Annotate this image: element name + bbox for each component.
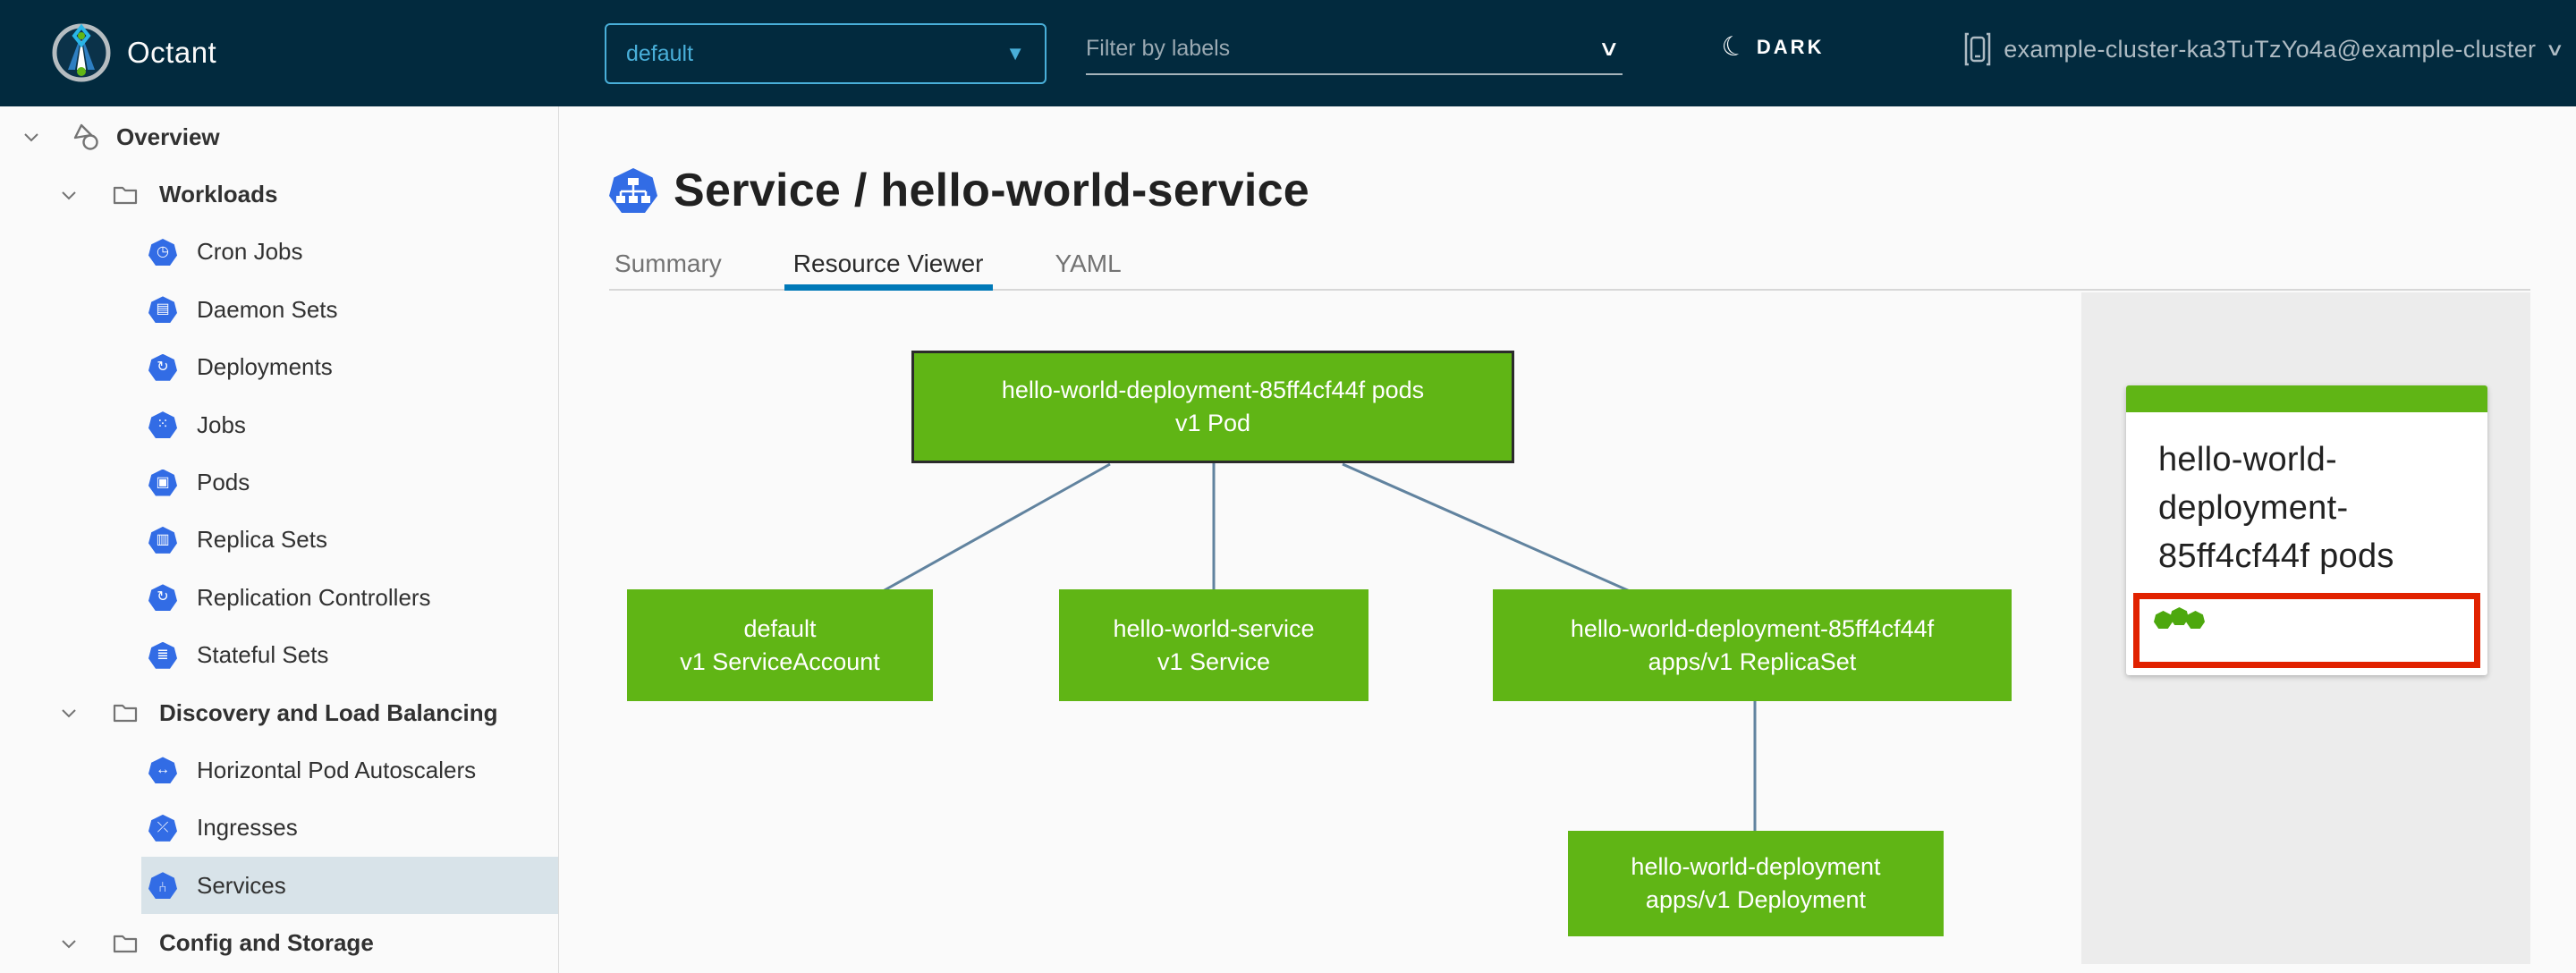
cron-jobs-icon: ◷ (148, 238, 177, 266)
graph-node-service[interactable]: hello-world-service v1 Service (1059, 589, 1368, 701)
node-kind: apps/v1 ReplicaSet (1648, 647, 1857, 675)
sidebar-item-replica-sets[interactable]: ▥ Replica Sets (0, 512, 558, 569)
horizontal-pod-autoscalers-icon: ↔ (148, 757, 177, 784)
graph-node-deployment[interactable]: hello-world-deployment apps/v1 Deploymen… (1568, 831, 1944, 936)
sidebar-item-label: Cron Jobs (197, 238, 303, 266)
sidebar-group-config-and-storage[interactable]: Config and Storage (0, 914, 558, 971)
pod-status-dot (2154, 611, 2173, 629)
label-filter: ∨ (1086, 23, 1623, 75)
sidebar-item-services[interactable]: ⑂ Services (0, 857, 558, 915)
replica-sets-icon: ▥ (148, 526, 177, 554)
pod-status-dot (2170, 607, 2189, 625)
node-kind: apps/v1 Deployment (1645, 886, 1867, 913)
chevron-down-icon[interactable] (59, 703, 79, 723)
chevron-down-icon[interactable] (59, 185, 79, 205)
theme-toggle[interactable]: ☾ DARK (1717, 30, 1825, 65)
tab-bar: Summary Resource Viewer YAML (609, 250, 2530, 291)
folder-icon (113, 186, 138, 204)
graph-node-serviceaccount[interactable]: default v1 ServiceAccount (627, 589, 933, 701)
resource-viewer-graph: hello-world-deployment-85ff4cf44f pods v… (559, 291, 2576, 964)
tab-summary[interactable]: Summary (609, 250, 727, 278)
app-header: Octant default ▼ ∨ ☾ DARK example-cluste… (0, 0, 2576, 106)
node-name: hello-world-deployment (1631, 853, 1881, 880)
namespace-value: default (626, 40, 694, 66)
sidebar-item-ingresses[interactable]: ⤫ Ingresses (0, 800, 558, 857)
sidebar-item-label: Deployments (197, 353, 333, 381)
cluster-chevron-down-icon: ∨ (2545, 39, 2565, 60)
namespace-caret-icon: ▼ (1005, 42, 1025, 64)
sidebar-item-label: Horizontal Pod Autoscalers (197, 756, 477, 783)
overview-icon (73, 123, 98, 150)
sidebar-item-label: Replica Sets (197, 526, 327, 554)
label-filter-input[interactable] (1086, 35, 1602, 62)
octant-logo-icon (52, 23, 111, 82)
sidebar-item-label: Replication Controllers (197, 583, 431, 611)
sidebar-group-label: Workloads (159, 181, 278, 208)
folder-icon (113, 935, 138, 952)
page-title: Service / hello-world-service (674, 165, 1310, 216)
node-kind: v1 ServiceAccount (680, 647, 880, 675)
sidebar-group-workloads[interactable]: Workloads (0, 165, 558, 223)
stateful-sets-icon: ≣ (148, 641, 177, 669)
main-content: Service / hello-world-service Summary Re… (559, 106, 2576, 973)
sidebar-item-jobs[interactable]: ⁙ Jobs (0, 396, 558, 453)
deployments-icon: ↻ (148, 353, 177, 381)
tab-yaml[interactable]: YAML (1050, 250, 1127, 278)
node-name: hello-world-deployment-85ff4cf44f pods (1001, 377, 1425, 403)
chevron-down-icon[interactable] (59, 934, 79, 953)
sidebar-group-label: Config and Storage (159, 929, 374, 957)
sidebar-item-stateful-sets[interactable]: ≣ Stateful Sets (0, 627, 558, 684)
pod-status-dot (2186, 611, 2205, 629)
node-detail-card: hello-world-deployment-85ff4cf44f pods (2126, 385, 2487, 675)
node-name: default (743, 614, 817, 642)
tab-resource-viewer[interactable]: Resource Viewer (784, 250, 993, 291)
moon-icon: ☾ (1717, 29, 1750, 65)
sidebar-item-overview[interactable]: Overview (0, 108, 558, 165)
cluster-icon (1965, 32, 1991, 66)
replication-controllers-icon: ↻ (148, 584, 177, 612)
chevron-down-icon[interactable] (21, 127, 41, 147)
sidebar-item-daemon-sets[interactable]: ▤ Daemon Sets (0, 281, 558, 338)
sidebar-item-replication-controllers[interactable]: ↻ Replication Controllers (0, 569, 558, 626)
pods-icon: ▣ (148, 469, 177, 496)
app-title: Octant (127, 36, 217, 69)
node-kind: v1 Service (1157, 647, 1271, 675)
sidebar-item-horizontal-pod-autoscalers[interactable]: ↔ Horizontal Pod Autoscalers (0, 741, 558, 799)
graph-node-replicaset[interactable]: hello-world-deployment-85ff4cf44f apps/v… (1493, 589, 2012, 701)
ingresses-icon: ⤫ (148, 814, 177, 842)
folder-icon (113, 704, 138, 723)
sidebar-item-deployments[interactable]: ↻ Deployments (0, 339, 558, 396)
pod-status-box[interactable] (2133, 593, 2480, 668)
sidebar-item-label: Services (197, 871, 286, 899)
service-resource-icon (609, 168, 657, 213)
node-name: hello-world-service (1113, 614, 1315, 642)
sidebar-item-pods[interactable]: ▣ Pods (0, 453, 558, 511)
sidebar-item-label: Overview (116, 123, 220, 150)
card-title: hello-world-deployment-85ff4cf44f pods (2158, 441, 2394, 575)
node-detail-panel: hello-world-deployment-85ff4cf44f pods (2081, 292, 2530, 964)
navigation-sidebar: Overview Workloads ◷ Cron Jobs ▤ Daemon … (0, 106, 559, 973)
daemon-sets-icon: ▤ (148, 296, 177, 324)
services-icon: ⑂ (148, 872, 177, 900)
sidebar-item-label: Ingresses (197, 814, 298, 842)
card-status-bar (2126, 385, 2487, 412)
sidebar-item-cron-jobs[interactable]: ◷ Cron Jobs (0, 224, 558, 281)
sidebar-item-label: Daemon Sets (197, 295, 338, 323)
sidebar-item-label: Pods (197, 469, 250, 496)
sidebar-item-label: Stateful Sets (197, 641, 329, 669)
jobs-icon: ⁙ (148, 411, 177, 439)
namespace-select[interactable]: default ▼ (605, 23, 1046, 84)
node-kind: v1 Pod (1174, 410, 1251, 436)
sidebar-group-discovery-and-load-balancing[interactable]: Discovery and Load Balancing (0, 684, 558, 741)
cluster-selector[interactable]: example-cluster-ka3TuTzYo4a@example-clus… (1964, 32, 2565, 66)
node-name: hello-world-deployment-85ff4cf44f (1570, 614, 1935, 642)
graph-node-pod[interactable]: hello-world-deployment-85ff4cf44f pods v… (911, 351, 1514, 463)
filter-chevron-down-icon[interactable]: ∨ (1598, 36, 1621, 62)
theme-toggle-label: DARK (1756, 36, 1825, 58)
sidebar-item-label: Jobs (197, 410, 246, 438)
cluster-name: example-cluster-ka3TuTzYo4a@example-clus… (2004, 35, 2537, 63)
sidebar-group-label: Discovery and Load Balancing (159, 698, 498, 726)
